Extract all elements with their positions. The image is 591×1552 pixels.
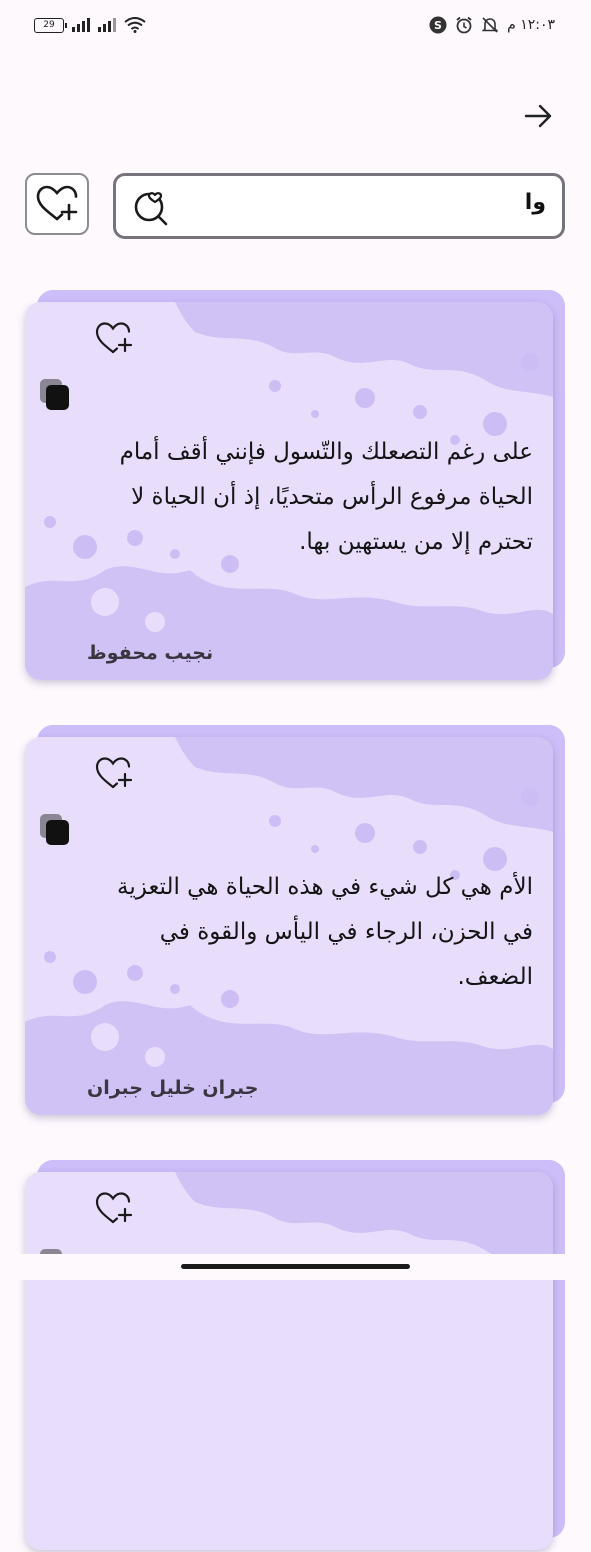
heart-plus-icon[interactable] [95, 755, 135, 791]
copy-icon[interactable] [39, 813, 71, 847]
quote-text: على رغم التصعلك والتّسول فإنني أقف أمام … [119, 439, 533, 555]
search-box[interactable] [113, 173, 565, 239]
signal-icon-2 [98, 18, 116, 32]
status-bar: 29 S ١٢:٠٣ م [0, 0, 591, 56]
quote-author: جبران خليل جبران [87, 1077, 259, 1099]
favorites-button[interactable] [25, 173, 89, 235]
status-left: 29 [34, 17, 146, 33]
quote-card-body: على رغم التصعلك والتّسول فإنني أقف أمام … [25, 302, 553, 680]
svg-text:S: S [434, 19, 442, 32]
status-right: S ١٢:٠٣ م [429, 16, 555, 34]
paint-splash-decoration [175, 1172, 553, 1267]
signal-icon [72, 18, 90, 32]
quote-card-body: الأم هي كل شيء في هذه الحياة هي التعزية … [25, 737, 553, 1115]
clock: ١٢:٠٣ م [507, 17, 555, 33]
quote-card [25, 1160, 567, 1552]
copy-icon[interactable] [39, 378, 71, 412]
arrow-right-icon[interactable] [522, 100, 554, 132]
alarm-icon [456, 16, 472, 34]
quote-card: على رغم التصعلك والتّسول فإنني أقف أمام … [25, 290, 567, 682]
search-input[interactable] [206, 190, 546, 215]
heart-plus-icon[interactable] [95, 320, 135, 356]
gesture-nav-bar[interactable] [181, 1264, 410, 1269]
quote-text: الأم هي كل شيء في هذه الحياة هي التعزية … [117, 874, 533, 990]
mute-bell-icon [481, 17, 499, 33]
quote-card-body [25, 1172, 553, 1550]
quote-card: الأم هي كل شيء في هذه الحياة هي التعزية … [25, 725, 567, 1117]
quote-author: نجيب محفوظ [87, 642, 214, 664]
wifi-icon [124, 17, 146, 33]
heart-plus-icon [36, 185, 78, 221]
battery-indicator: 29 [34, 17, 67, 33]
app-s-icon: S [429, 16, 447, 34]
heart-plus-icon[interactable] [95, 1190, 135, 1226]
search-heart-icon [134, 192, 168, 226]
